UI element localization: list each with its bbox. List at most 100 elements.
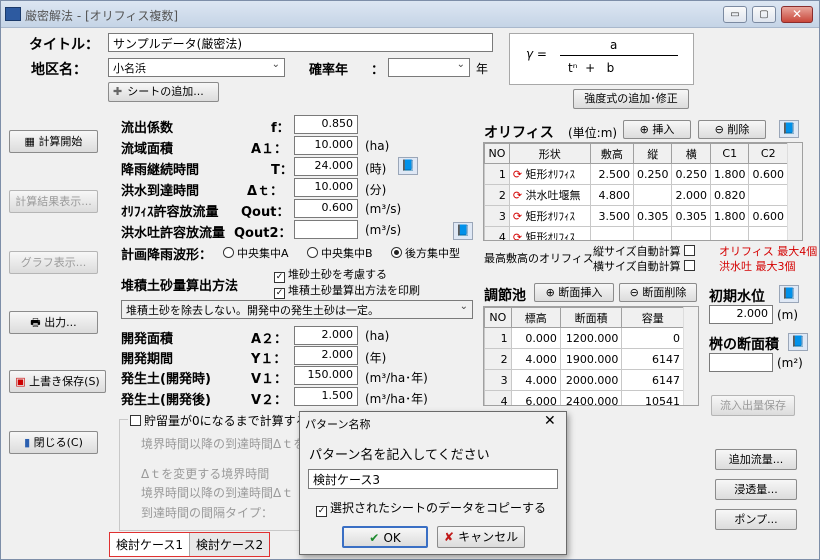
sediment-consider-checkbox[interactable]: ✓ 堆砂土砂を考慮する (274, 266, 387, 283)
ok-button[interactable]: ✔ OK (342, 526, 428, 548)
sill-cell[interactable] (589, 226, 634, 240)
sill-cell[interactable]: 2.500 (589, 163, 634, 185)
pond-delete-button[interactable]: ⊖ 断面削除 (619, 283, 697, 302)
close-button[interactable]: ▮ 閉じる(C) (9, 431, 98, 454)
tab-case-1[interactable]: 検討ケース1 (110, 533, 190, 556)
sediment-print-checkbox[interactable]: ✓ 堆積土砂量算出方法を印刷 (274, 282, 420, 299)
c2-cell[interactable] (748, 226, 788, 240)
calc-start-button[interactable]: ▦ 計算開始 (9, 130, 98, 153)
area-cell[interactable]: 2400.000 (559, 390, 623, 405)
runoff-input[interactable]: 0.850 (294, 115, 358, 134)
add-flow-button[interactable]: 追加流量... (715, 449, 797, 470)
initial-level-book-icon[interactable]: 📘 (779, 285, 799, 303)
inout-save-button[interactable]: 流入出量保存 (711, 395, 795, 416)
refresh-icon[interactable]: ⟳ (513, 231, 522, 240)
horizontal-auto-checkbox[interactable]: 横サイズ自動計算 (593, 258, 698, 274)
storage-checkbox[interactable]: 貯留量が0になるまで計算する (128, 412, 310, 429)
soil-during-input[interactable]: 150.000 (294, 366, 358, 385)
wave-radio-c[interactable]: 後方集中型 (391, 245, 460, 261)
wave-radio-b[interactable]: 中央集中B (307, 245, 373, 261)
output-button[interactable]: 🖶 出力... (9, 311, 98, 334)
elevation-cell[interactable]: 6.000 (510, 390, 561, 405)
copy-sheet-checkbox[interactable]: ✓ 選択されたシートのデータをコピーする (316, 499, 546, 517)
area-cell[interactable]: 1200.000 (559, 327, 623, 349)
c2-cell[interactable]: 0.600 (748, 163, 788, 185)
rain-input[interactable]: 24.000 (294, 157, 358, 176)
orifice-scrollbar[interactable] (787, 143, 802, 240)
shape-cell[interactable]: ⟳ 洪水吐堰無 (508, 184, 591, 206)
title-input[interactable]: サンプルデータ(厳密法) (108, 33, 493, 52)
shape-cell[interactable]: ⟳ 矩形ｵﾘﾌｨｽ (508, 163, 591, 185)
orifice-book-icon[interactable]: 📘 (779, 120, 799, 138)
pump-button[interactable]: ポンプ... (715, 509, 797, 530)
weir-area-book-icon[interactable]: 📘 (788, 333, 808, 351)
dev-area-input[interactable]: 2.000 (294, 326, 358, 345)
maximize-button[interactable]: ▢ (752, 6, 776, 23)
table-row[interactable]: 3 ⟳ 矩形ｵﾘﾌｨｽ 3.500 0.305 0.305 1.800 0.60… (484, 205, 788, 227)
region-select[interactable]: 小名浜 ⌄ (108, 58, 285, 77)
orifice-insert-button[interactable]: ⊕ 挿入 (623, 120, 691, 139)
pond-insert-button[interactable]: ⊕ 断面挿入 (534, 283, 614, 302)
table-row[interactable]: 4 ⟳ 矩形ｵﾘﾌｨｽ (484, 226, 788, 240)
sill-cell[interactable]: 3.500 (589, 205, 634, 227)
pond-scrollbar[interactable] (683, 307, 698, 405)
soil-after-input[interactable]: 1.500 (294, 387, 358, 406)
wave-radio-a[interactable]: 中央集中A (223, 245, 289, 261)
area-cell[interactable]: 2000.000 (559, 369, 623, 391)
intensity-formula-button[interactable]: 強度式の追加･修正 (573, 89, 689, 109)
dialog-close-icon[interactable]: ✕ (544, 413, 556, 429)
add-sheet-button[interactable]: ✚ シートの追加... (108, 82, 219, 102)
table-row[interactable]: 4 6.000 2400.000 10541 (484, 390, 684, 405)
flood-input[interactable]: 10.000 (294, 178, 358, 197)
horizontal-cell[interactable] (671, 226, 711, 240)
seepage-button[interactable]: 浸透量... (715, 479, 797, 500)
table-row[interactable]: 1 0.000 1200.000 0 (484, 327, 684, 349)
return-period-select[interactable]: ⌄ (388, 58, 470, 77)
orifice-delete-button[interactable]: ⊖ 削除 (698, 120, 766, 139)
qout-input[interactable]: 0.600 (294, 199, 358, 218)
vertical-cell[interactable] (632, 226, 673, 240)
vertical-auto-checkbox[interactable]: 縦サイズ自動計算 (593, 243, 698, 259)
rain-book-icon[interactable]: 📘 (398, 157, 418, 175)
table-row[interactable]: 3 4.000 2000.000 6147 (484, 369, 684, 391)
vertical-cell[interactable] (632, 184, 673, 206)
tab-case-2[interactable]: 検討ケース2 (189, 533, 270, 556)
calc-result-button[interactable]: 計算結果表示... (9, 190, 98, 213)
c2-cell[interactable] (748, 184, 788, 206)
qout2-input[interactable] (294, 220, 358, 239)
refresh-icon[interactable]: ⟳ (513, 210, 522, 223)
shape-cell[interactable]: ⟳ 矩形ｵﾘﾌｨｽ (508, 226, 591, 240)
vertical-cell[interactable]: 0.250 (632, 163, 673, 185)
c2-cell[interactable]: 0.600 (748, 205, 788, 227)
close-window-button[interactable]: ✕ (781, 6, 813, 23)
initial-level-input[interactable]: 2.000 (709, 305, 773, 324)
dev-period-input[interactable]: 2.000 (294, 346, 358, 365)
table-row[interactable]: 1 ⟳ 矩形ｵﾘﾌｨｽ 2.500 0.250 0.250 1.800 0.60… (484, 163, 788, 185)
sediment-method-select[interactable]: 堆積土砂を除去しない。開発中の発生土砂は一定。 ⌄ (121, 300, 473, 319)
weir-area-input[interactable] (709, 353, 773, 372)
c1-cell[interactable] (709, 226, 750, 240)
qout2-book-icon[interactable]: 📘 (453, 222, 473, 240)
table-row[interactable]: 2 ⟳ 洪水吐堰無 4.800 2.000 0.820 (484, 184, 788, 206)
horizontal-cell[interactable]: 0.250 (671, 163, 711, 185)
area-input[interactable]: 10.000 (294, 136, 358, 155)
overwrite-save-button[interactable]: ▣ 上書き保存(S) (9, 370, 106, 393)
horizontal-cell[interactable]: 0.305 (671, 205, 711, 227)
vertical-cell[interactable]: 0.305 (632, 205, 673, 227)
cancel-button[interactable]: ✘ キャンセル (437, 526, 525, 548)
sill-cell[interactable]: 4.800 (589, 184, 634, 206)
elevation-cell[interactable]: 0.000 (510, 327, 561, 349)
elevation-cell[interactable]: 4.000 (510, 348, 561, 370)
c1-cell[interactable]: 1.800 (709, 163, 750, 185)
elevation-cell[interactable]: 4.000 (510, 369, 561, 391)
minimize-button[interactable]: ▭ (723, 6, 747, 23)
refresh-icon[interactable]: ⟳ (513, 189, 522, 202)
pattern-name-input[interactable]: 検討ケース3 (308, 469, 558, 489)
refresh-icon[interactable]: ⟳ (513, 168, 522, 181)
c1-cell[interactable]: 1.800 (709, 205, 750, 227)
graph-button[interactable]: グラフ表示... (9, 251, 98, 274)
area-cell[interactable]: 1900.000 (559, 348, 623, 370)
horizontal-cell[interactable]: 2.000 (671, 184, 711, 206)
shape-cell[interactable]: ⟳ 矩形ｵﾘﾌｨｽ (508, 205, 591, 227)
c1-cell[interactable]: 0.820 (709, 184, 750, 206)
